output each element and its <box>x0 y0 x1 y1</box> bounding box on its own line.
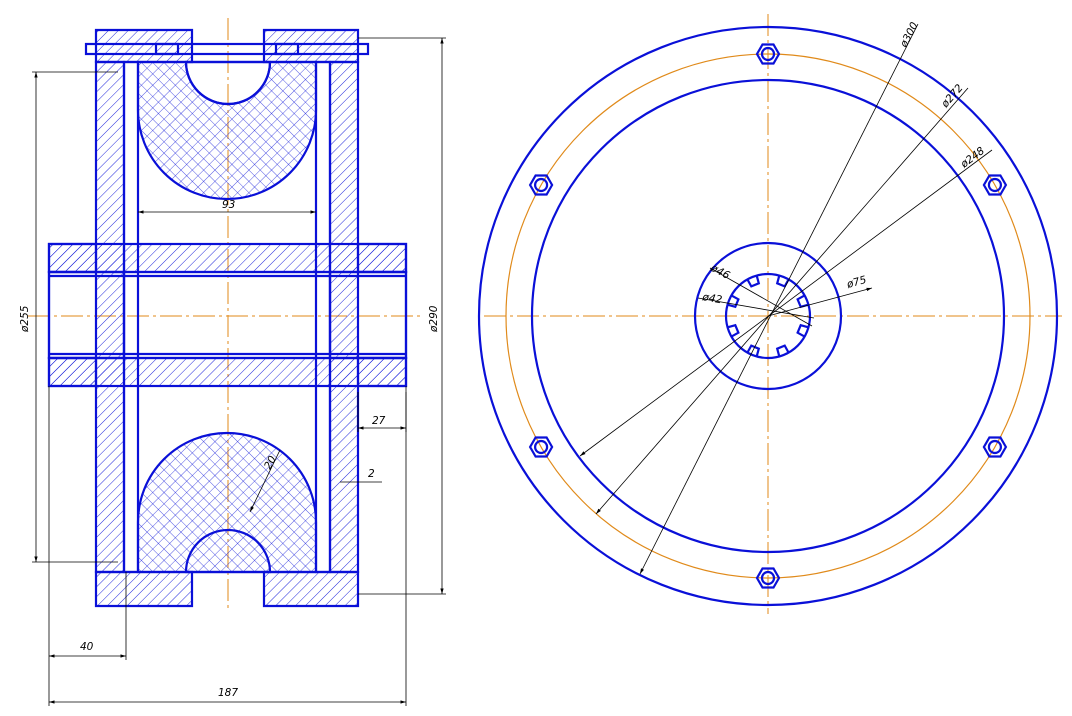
dim-d290: ø290 <box>428 305 440 333</box>
bottom-right-clamp <box>262 570 360 608</box>
lower-tyre <box>136 431 318 574</box>
dim-d75: ø75 <box>845 274 869 291</box>
dim-d46: ø46 <box>708 262 732 283</box>
dim-27: 27 <box>372 415 386 427</box>
front-dimensions: ø300 ø272 ø248 ø75 ø46 ø42 <box>579 20 993 575</box>
front-view: ø300 ø272 ø248 ø75 ø46 ø42 <box>477 14 1062 614</box>
top-right-clamp <box>262 28 360 64</box>
left-flange-inner <box>122 60 140 574</box>
section-view: 93 ø255 ø290 27 2 20 40 187 <box>19 18 446 706</box>
right-flange-inner <box>314 60 332 574</box>
technical-drawing: 93 ø255 ø290 27 2 20 40 187 ø300 ø272 ø2… <box>19 14 1062 706</box>
dim-d255: ø255 <box>19 305 31 333</box>
dim-40: 40 <box>80 641 94 653</box>
right-flange <box>328 60 360 574</box>
dim-93: 93 <box>222 199 235 211</box>
dim-187: 187 <box>218 687 238 699</box>
dim-d300: ø300 <box>898 20 921 50</box>
dim-2: 2 <box>368 468 375 480</box>
dim-d248: ø248 <box>958 145 987 171</box>
upper-tyre <box>136 60 318 201</box>
left-flange <box>94 60 126 574</box>
dim-d42: ø42 <box>700 291 723 306</box>
bottom-left-clamp <box>94 570 194 608</box>
